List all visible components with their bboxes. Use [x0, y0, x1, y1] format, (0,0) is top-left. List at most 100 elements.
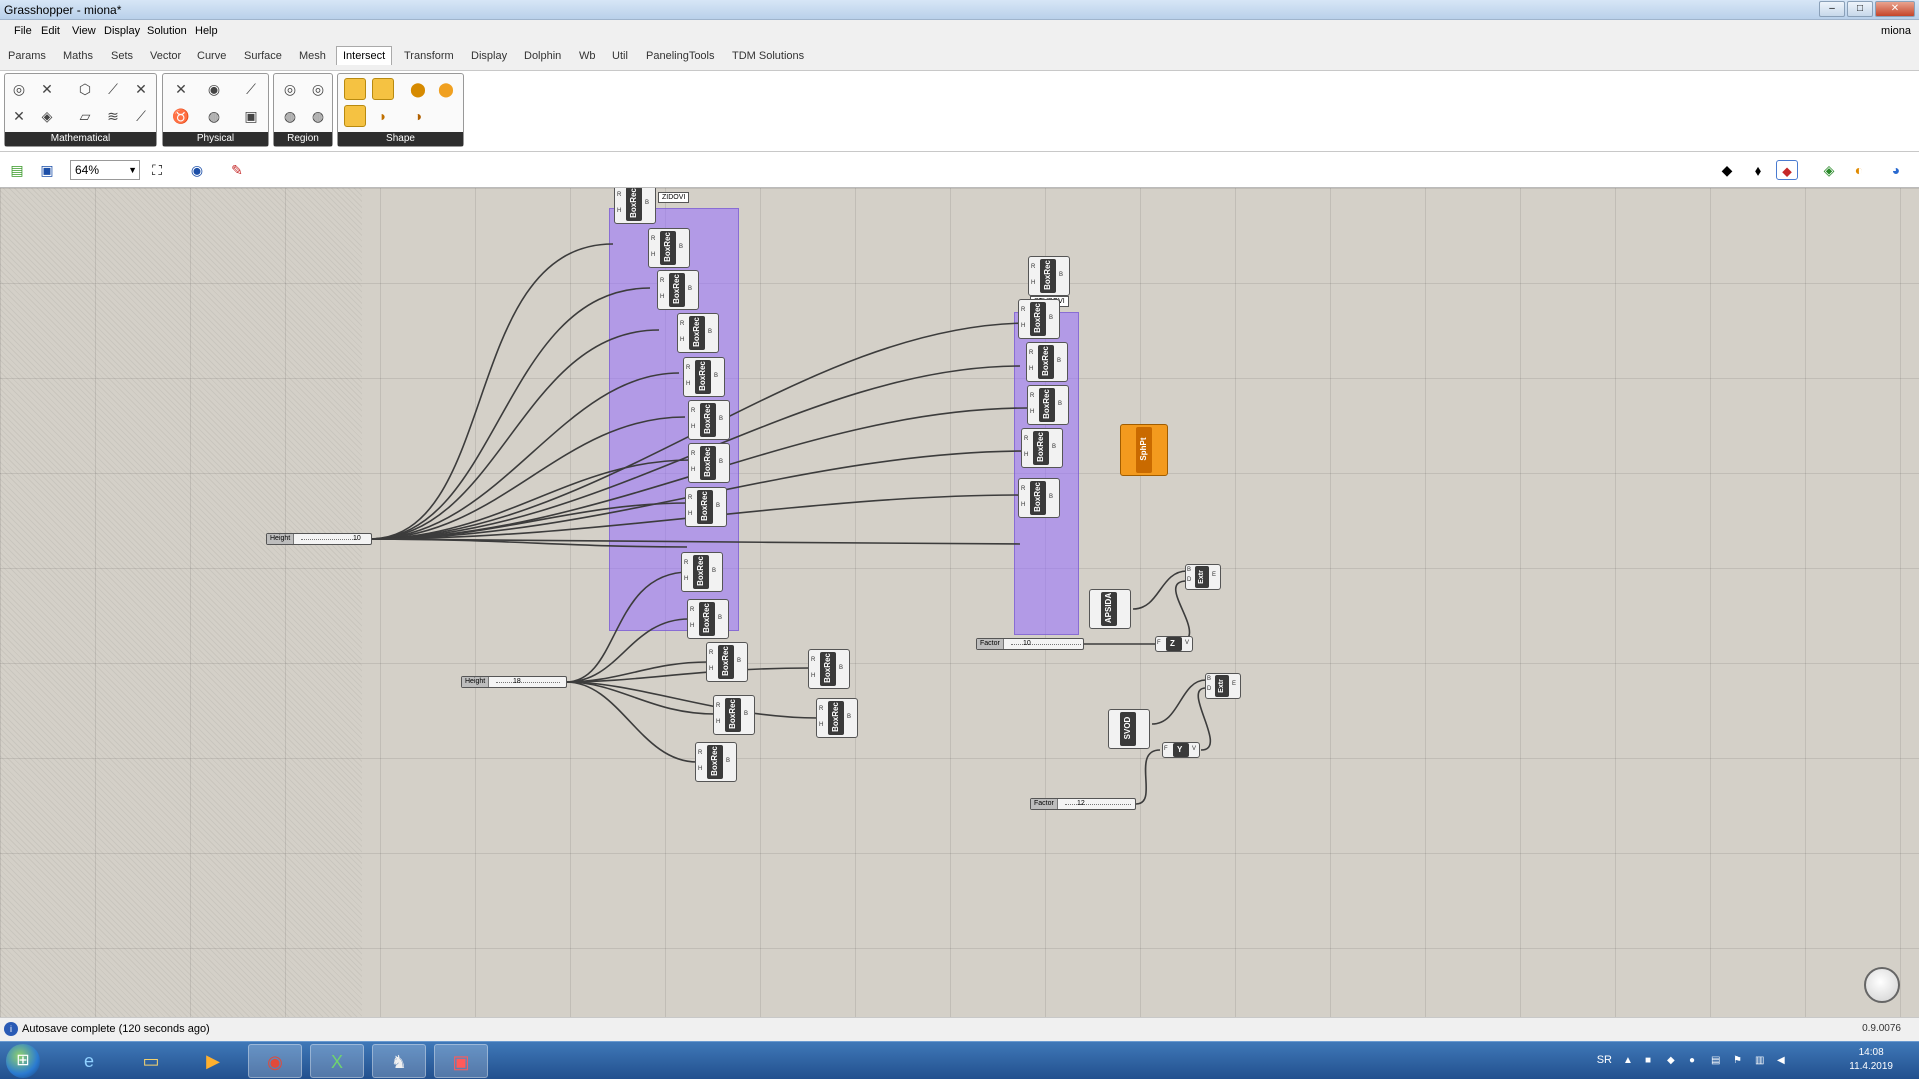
preview-wireframe-icon[interactable]: ◆: [1716, 160, 1738, 180]
tab-dolphin[interactable]: Dolphin: [524, 50, 561, 62]
trim-solid-icon[interactable]: ◗: [372, 105, 394, 127]
file-explorer-icon[interactable]: ▭: [124, 1044, 178, 1078]
save-file-icon[interactable]: ▣: [36, 160, 58, 180]
height-slider[interactable]: Height 18: [461, 676, 567, 688]
extrude-component[interactable]: Extr B D E: [1185, 564, 1221, 590]
menu-file[interactable]: File: [14, 25, 32, 37]
height-slider[interactable]: Height 10: [266, 533, 372, 545]
zoom-combo[interactable]: 64% ▼: [70, 160, 140, 180]
unit-y-component[interactable]: Y F V: [1162, 742, 1200, 758]
tray-app-icon[interactable]: ▤: [1711, 1055, 1723, 1067]
graph-canvas[interactable]: ZIDOVI STUBOVI: [0, 188, 1919, 1017]
open-file-icon[interactable]: ▤: [6, 160, 28, 180]
unit-z-component[interactable]: Z F V: [1155, 636, 1193, 652]
tray-app-icon[interactable]: ⚑: [1733, 1055, 1745, 1067]
tab-mesh[interactable]: Mesh: [299, 50, 326, 62]
network-icon[interactable]: ▥: [1755, 1055, 1767, 1067]
solid-difference-icon[interactable]: [372, 78, 394, 100]
tab-surface[interactable]: Surface: [244, 50, 282, 62]
solid-union-icon[interactable]: [344, 78, 366, 100]
solver-globe-icon[interactable]: ◕: [1885, 160, 1907, 180]
menu-display[interactable]: Display: [104, 25, 140, 37]
boxrec-component[interactable]: BoxRec R H B: [1021, 428, 1063, 468]
tab-transform[interactable]: Transform: [404, 50, 454, 62]
rhino-icon[interactable]: ♞: [372, 1044, 426, 1078]
mesh-curve-icon[interactable]: ▣: [240, 105, 262, 127]
brep-line-icon[interactable]: ⟋: [102, 78, 124, 100]
tray-app-icon[interactable]: ◆: [1667, 1055, 1679, 1067]
split-brep-icon[interactable]: ⬤: [435, 78, 457, 100]
curve-self-icon[interactable]: ♉: [170, 105, 192, 127]
boxrec-component[interactable]: BoxRec R H B: [677, 313, 719, 353]
tab-curve[interactable]: Curve: [197, 50, 226, 62]
tab-vector[interactable]: Vector: [150, 50, 181, 62]
preview-shaded-icon[interactable]: ⬧: [1747, 160, 1769, 180]
tray-app-icon[interactable]: ●: [1689, 1055, 1701, 1067]
tab-panelingtools[interactable]: PanelingTools: [646, 50, 715, 62]
sketchup-icon[interactable]: ▣: [434, 1044, 488, 1078]
tab-util[interactable]: Util: [612, 50, 628, 62]
brep-plane-icon[interactable]: ⬡: [74, 78, 96, 100]
factor-slider[interactable]: Factor 12: [1030, 798, 1136, 810]
boxrec-component[interactable]: BoxRec R H B: [648, 228, 690, 268]
tab-wb[interactable]: Wb: [579, 50, 596, 62]
plane-plane-icon[interactable]: ◈: [36, 105, 58, 127]
boxrec-component[interactable]: BoxRec R H B: [695, 742, 737, 782]
boundary-volume-icon[interactable]: ⬤: [407, 78, 429, 100]
menu-edit[interactable]: Edit: [41, 25, 60, 37]
factor-slider[interactable]: Factor 10: [976, 638, 1084, 650]
curve-plane-icon[interactable]: ◎: [8, 78, 30, 100]
region-split-icon[interactable]: ◎: [279, 78, 301, 100]
minimize-button[interactable]: –: [1819, 1, 1845, 17]
section-icon[interactable]: ⟋: [130, 105, 152, 127]
menu-help[interactable]: Help: [195, 25, 218, 37]
mesh-ray-icon[interactable]: ⟋: [240, 78, 262, 100]
boxrec-component[interactable]: BoxRec R H B: [706, 642, 748, 682]
sketch-pen-icon[interactable]: ✎: [226, 160, 248, 180]
boxrec-component[interactable]: BoxRec R H B: [681, 552, 723, 592]
boxrec-component[interactable]: BoxRec R H B: [1028, 256, 1070, 296]
region-union-icon[interactable]: ◍: [279, 105, 301, 127]
split-multiple-icon[interactable]: ◑: [407, 105, 429, 127]
mesh-settings-icon[interactable]: ◈: [1818, 160, 1840, 180]
shatter-icon[interactable]: ◍: [203, 105, 225, 127]
navigation-compass-icon[interactable]: [1864, 967, 1900, 1003]
preview-eye-icon[interactable]: ◉: [186, 160, 208, 180]
tab-maths[interactable]: Maths: [63, 50, 93, 62]
tray-app-icon[interactable]: ■: [1645, 1055, 1657, 1067]
brep-brep-icon[interactable]: ◉: [203, 78, 225, 100]
boxrec-component[interactable]: BoxRec R H B: [713, 695, 755, 735]
tab-params[interactable]: Params: [8, 50, 46, 62]
tab-sets[interactable]: Sets: [111, 50, 133, 62]
boxrec-component[interactable]: BoxRec R H B: [1018, 299, 1060, 339]
boxrec-component[interactable]: BoxRec R H B: [683, 357, 725, 397]
excel-icon[interactable]: X: [310, 1044, 364, 1078]
sphpt-cluster-component[interactable]: SphPt: [1120, 424, 1168, 476]
zoom-extents-icon[interactable]: ⛶: [146, 160, 168, 180]
boxrec-component[interactable]: BoxRec R H B: [688, 443, 730, 483]
curve-curve-icon[interactable]: ✕: [170, 78, 192, 100]
language-indicator[interactable]: SR: [1597, 1054, 1612, 1066]
boxrec-component[interactable]: BoxRec R H B: [687, 599, 729, 639]
media-player-icon[interactable]: ▶: [186, 1044, 240, 1078]
boxrec-component[interactable]: BoxRec R H B: [1026, 342, 1068, 382]
tray-app-icon[interactable]: ▲: [1623, 1055, 1635, 1067]
boxrec-component[interactable]: BoxRec R H B: [614, 188, 656, 224]
mesh-plane-icon[interactable]: ✕: [130, 78, 152, 100]
boxrec-component[interactable]: BoxRec R H B: [1018, 478, 1060, 518]
plane-region-icon[interactable]: ▱: [74, 105, 96, 127]
region-difference-icon[interactable]: ◍: [307, 105, 329, 127]
tab-display[interactable]: Display: [471, 50, 507, 62]
extrude-component[interactable]: Extr B D E: [1205, 673, 1241, 699]
boxrec-component[interactable]: BoxRec R H B: [1027, 385, 1069, 425]
tab-tdm-solutions[interactable]: TDM Solutions: [732, 50, 804, 62]
maximize-button[interactable]: □: [1847, 1, 1873, 17]
boxrec-component[interactable]: BoxRec R H B: [688, 400, 730, 440]
region-trim-icon[interactable]: ◎: [307, 78, 329, 100]
clock[interactable]: 14:08 11.4.2019: [1849, 1046, 1893, 1074]
start-button[interactable]: ⊞: [6, 1044, 40, 1078]
line-line-icon[interactable]: ✕: [8, 105, 30, 127]
curve-line-icon[interactable]: ✕: [36, 78, 58, 100]
volume-icon[interactable]: ◀: [1777, 1055, 1789, 1067]
boxrec-component[interactable]: BoxRec R H B: [808, 649, 850, 689]
